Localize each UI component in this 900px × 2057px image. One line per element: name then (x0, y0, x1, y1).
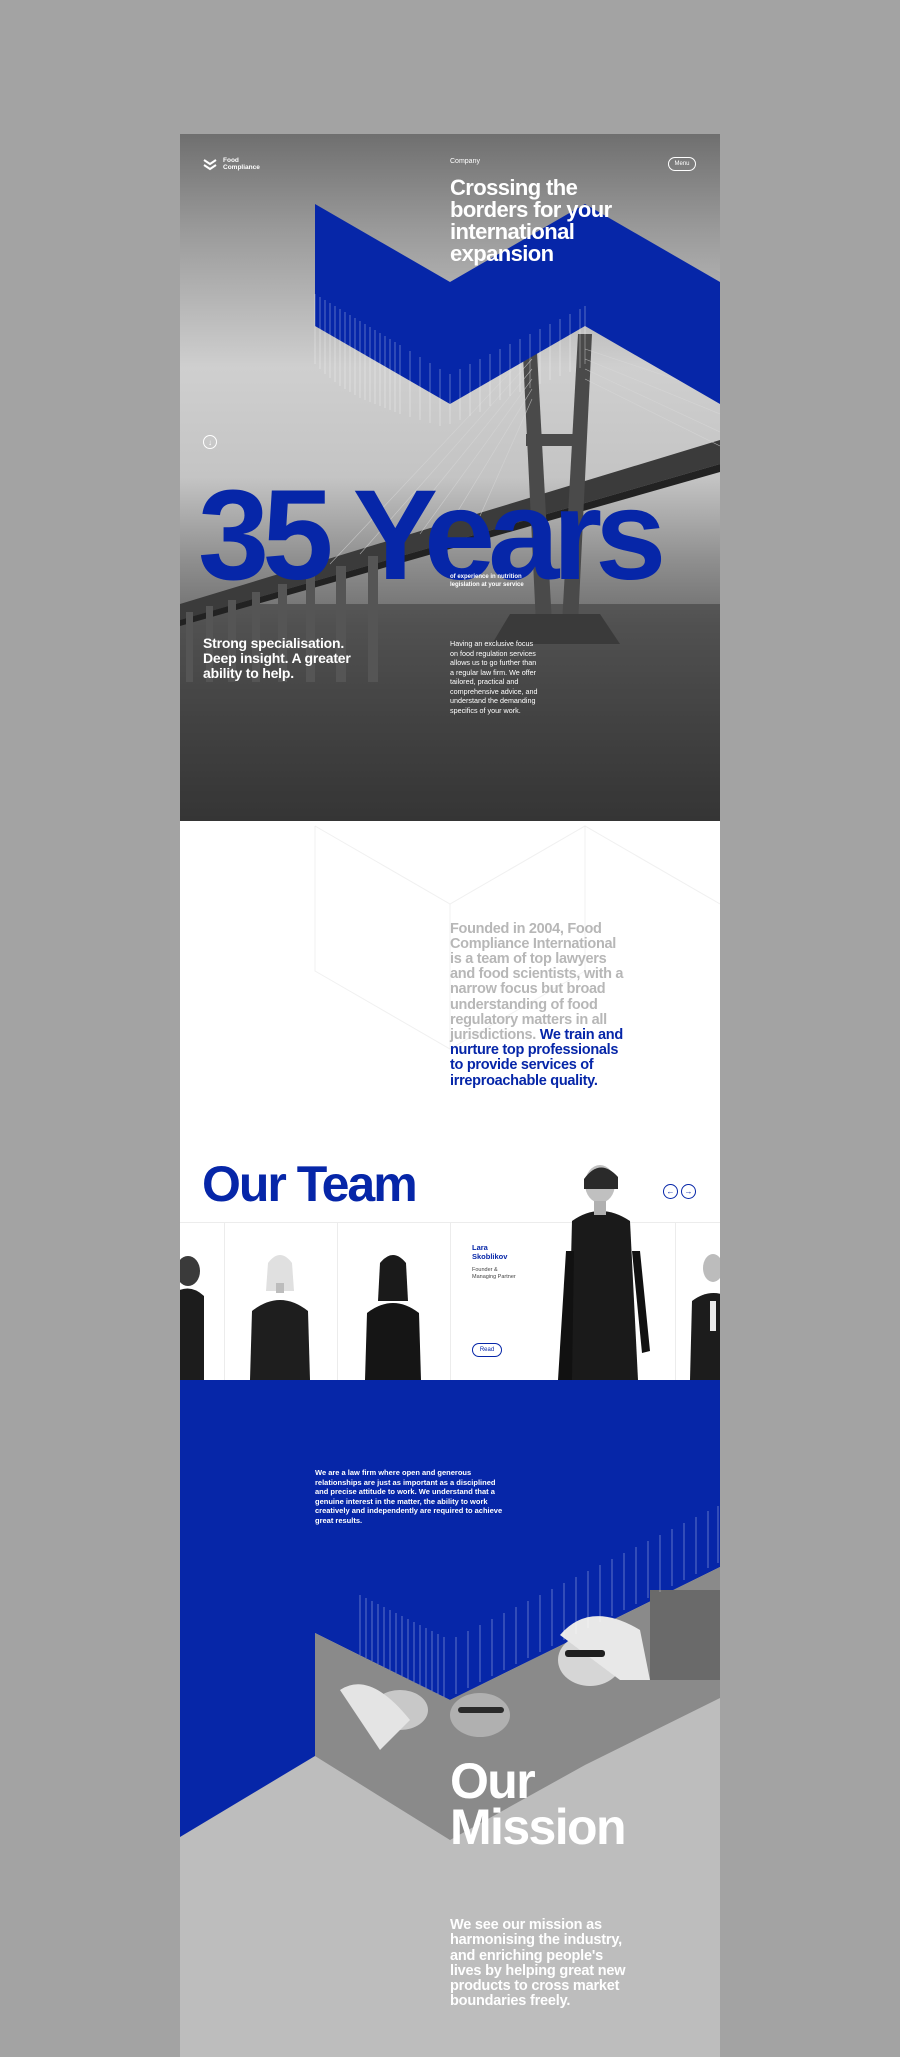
values-paragraph: We are a law firm where open and generou… (315, 1468, 503, 1525)
team-member-photo (180, 1256, 204, 1380)
team-member-role: Founder & Managing Partner (472, 1267, 516, 1280)
menu-button[interactable]: Menu (668, 157, 696, 171)
logo-mark-icon (203, 159, 217, 171)
team-portraits (180, 1165, 720, 1380)
hero-tagline: Strong specialisation. Deep insight. A g… (203, 635, 351, 681)
mission-section: We are a law firm where open and generou… (180, 1380, 720, 2057)
hero-body-text: Having an exclusive focus on food regula… (450, 639, 538, 715)
mission-paragraph: We see our mission as harmonising the in… (450, 1917, 626, 2010)
hero-section: Food Compliance Company Menu Crossing th… (180, 134, 720, 821)
team-member-photo (365, 1255, 421, 1380)
about-section: Founded in 2004, Food Compliance Interna… (180, 821, 720, 1151)
about-text-grey: Founded in 2004, Food Compliance Interna… (450, 920, 624, 1043)
hero-headline: Crossing the borders for your internatio… (450, 175, 612, 266)
nav-company-link[interactable]: Company (450, 158, 480, 165)
team-member-name: Lara Skoblikov (472, 1243, 508, 1261)
logo[interactable]: Food Compliance (203, 157, 260, 171)
about-paragraph: Founded in 2004, Food Compliance Interna… (450, 920, 630, 1089)
landing-page: Food Compliance Company Menu Crossing th… (180, 134, 720, 2057)
team-section: Our Team ← → Lara Skoblikov Founder & Ma… (180, 1151, 720, 1380)
logo-text: Food Compliance (223, 157, 260, 171)
team-member-photo (690, 1254, 720, 1380)
read-button[interactable]: Read (472, 1343, 502, 1357)
mission-title: Our Mission (450, 1753, 627, 1855)
years-caption: of experience in nutrition legislation a… (450, 574, 524, 588)
arrow-down-icon[interactable]: ↓ (203, 435, 217, 449)
years-heading: 35 Years (198, 464, 666, 607)
team-member-photo (250, 1255, 310, 1380)
team-member-photo-featured (558, 1165, 650, 1380)
